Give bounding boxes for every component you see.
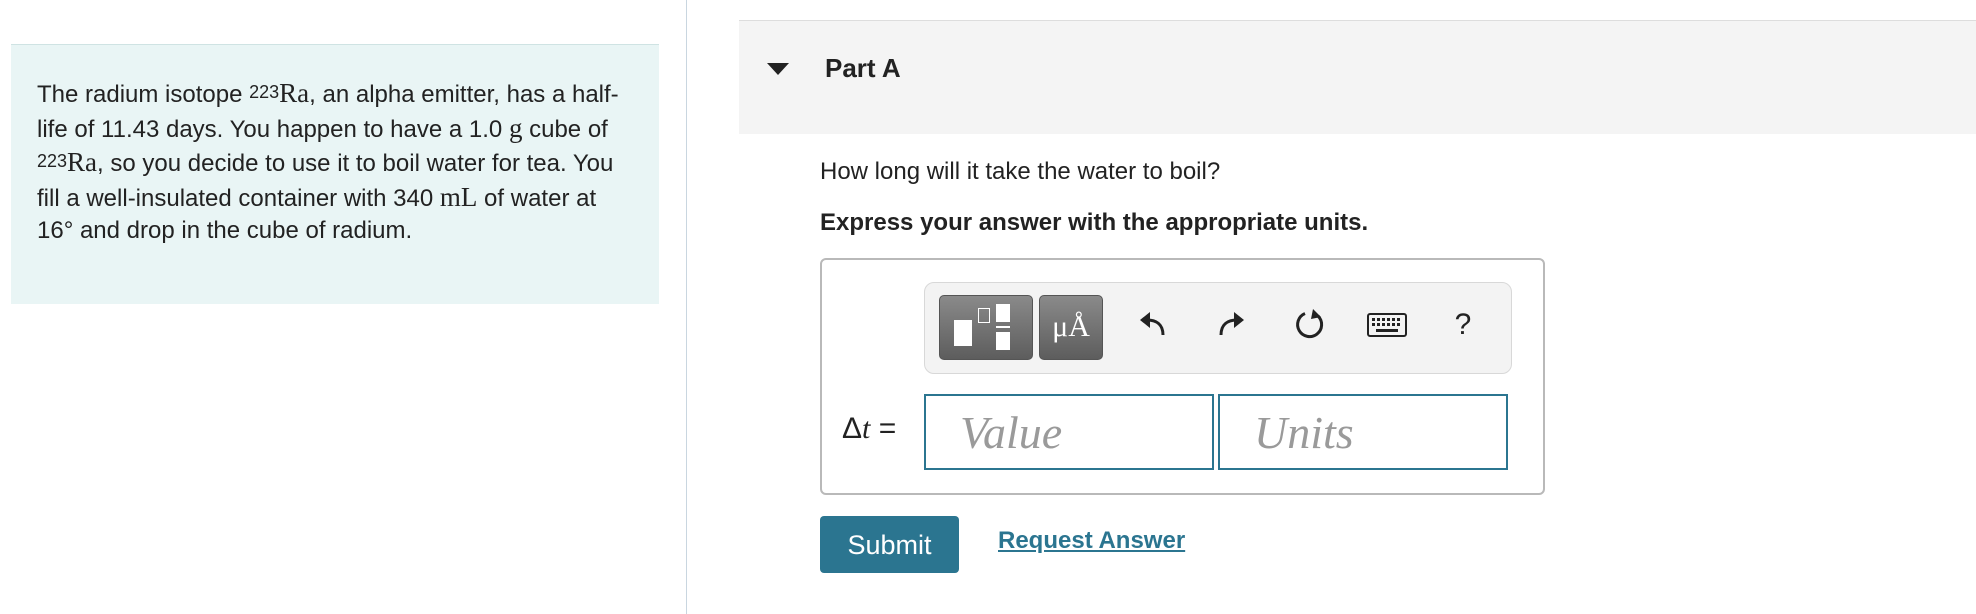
undo-icon[interactable]: [1131, 303, 1175, 347]
isotope-mass-number: 223: [37, 151, 68, 171]
math-toolbar: μÅ ?: [924, 282, 1512, 374]
units-button[interactable]: μÅ: [1039, 295, 1103, 360]
math-symbol: Ra: [67, 147, 98, 177]
help-button[interactable]: ?: [1441, 303, 1485, 347]
problem-statement-text: The radium isotope 223Ra, an alpha emitt…: [37, 77, 633, 247]
reset-icon[interactable]: [1287, 303, 1331, 347]
math-symbol: g: [508, 113, 523, 143]
part-title: Part A: [825, 53, 901, 83]
answer-label: Δt =: [842, 412, 896, 446]
submit-button[interactable]: Submit: [820, 516, 959, 573]
collapse-caret-icon[interactable]: [767, 63, 789, 75]
templates-button[interactable]: [939, 295, 1033, 360]
isotope-mass-number: 223: [249, 82, 280, 102]
redo-icon[interactable]: [1209, 303, 1253, 347]
problem-text-segment: The radium isotope: [37, 81, 250, 108]
math-symbol: Ra: [279, 78, 310, 108]
answer-label-delta: Δ: [842, 412, 863, 445]
math-symbol: mL: [439, 182, 478, 212]
units-input[interactable]: [1218, 394, 1508, 470]
request-answer-link[interactable]: Request Answer: [998, 527, 1185, 555]
answer-label-equals: =: [870, 412, 897, 445]
keyboard-icon[interactable]: [1365, 303, 1409, 347]
value-input[interactable]: [924, 394, 1214, 470]
panel-divider: [686, 0, 687, 614]
problem-statement-panel: The radium isotope 223Ra, an alpha emitt…: [11, 44, 659, 304]
instruction-text: Express your answer with the appropriate…: [820, 209, 1369, 236]
answer-box: μÅ ? Δt =: [820, 258, 1545, 495]
question-text: How long will it take the water to boil?: [820, 158, 1221, 185]
problem-text-segment: cube of: [522, 116, 608, 143]
part-a-header[interactable]: Part A: [739, 20, 1976, 134]
